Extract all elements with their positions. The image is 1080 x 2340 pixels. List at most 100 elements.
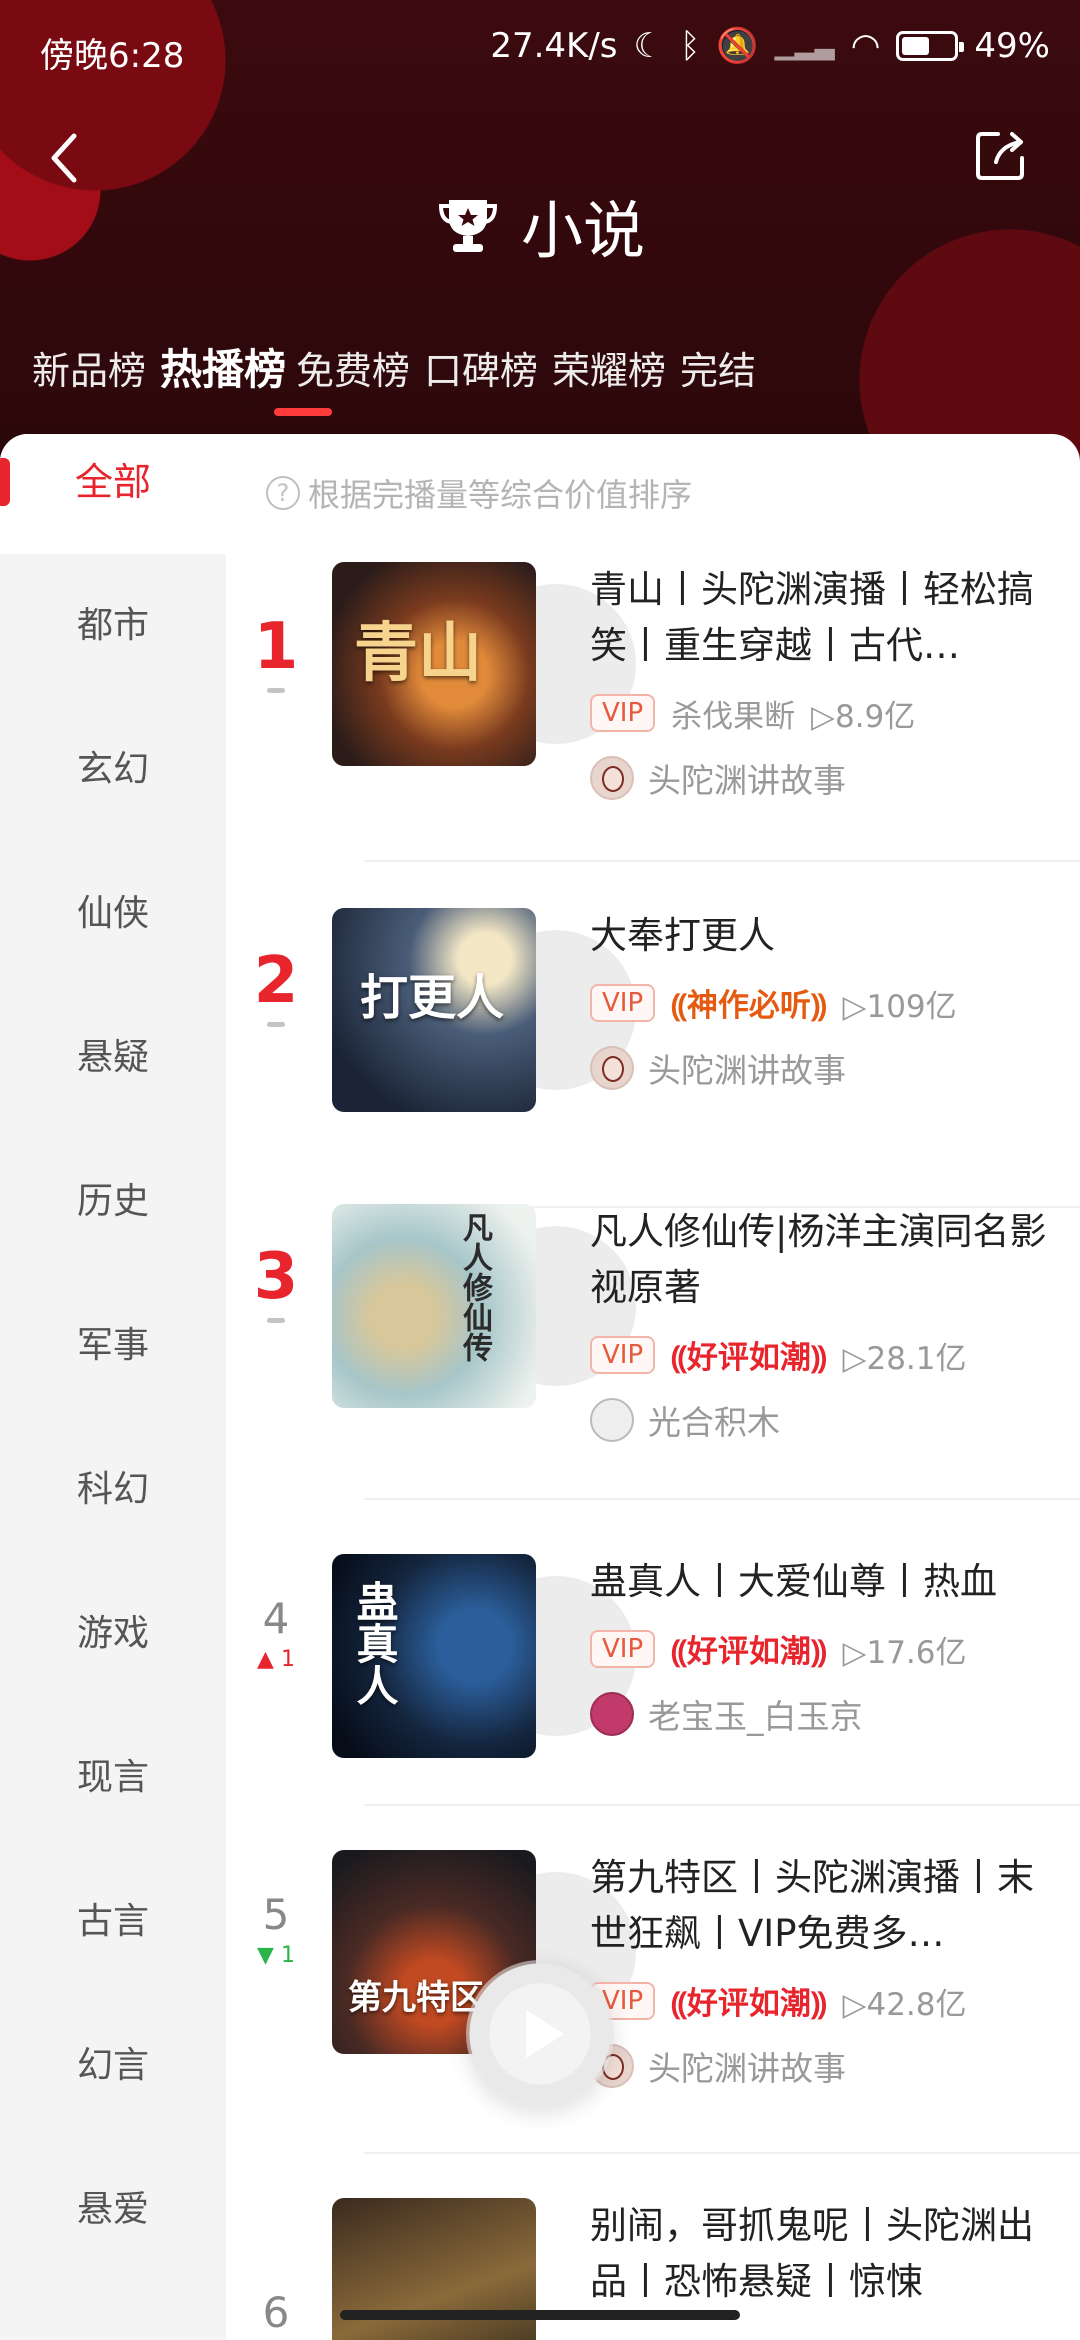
sidebar-item-scifi[interactable]: 科幻: [0, 1418, 226, 1562]
book-cover: 打更人: [332, 908, 536, 1112]
book-tag: ⸨神作必听⸩: [671, 988, 827, 1024]
play-count-value: 109亿: [866, 988, 957, 1025]
rank-change-value: 1: [280, 1647, 295, 1672]
rank-number: 3: [253, 1240, 299, 1314]
book-tag: ⸨好评如潮⸩: [671, 1634, 827, 1670]
list-item[interactable]: 1 青山 青山丨头陀渊演播丨轻松搞笑丨重生穿越丨古代… VIP 杀伐果断 ▷8.…: [226, 562, 1080, 862]
rank-change-value: 1: [280, 1943, 295, 1968]
divider: [364, 860, 1080, 862]
tab-finished[interactable]: 完结: [680, 340, 756, 395]
book-title: 青山丨头陀渊演播丨轻松搞笑丨重生穿越丨古代…: [590, 568, 1034, 667]
battery-percent: 49%: [974, 26, 1050, 66]
vip-badge: VIP: [590, 984, 656, 1022]
rank-badge: 5 ▼ 1: [226, 1890, 326, 1968]
cover-title: 第九特区: [348, 1978, 484, 2018]
tab-honor[interactable]: 荣耀榜: [552, 340, 666, 395]
play-count-value: 8.9亿: [834, 698, 916, 735]
bluetooth-icon: ᛒ: [680, 26, 701, 66]
author-name: 头陀渊讲故事: [648, 761, 846, 800]
book-info: 别闹，哥抓鬼呢丨头陀渊出品丨恐怖悬疑丨惊悚: [590, 2198, 1060, 2310]
vip-badge: VIP: [590, 1630, 656, 1668]
tab-free[interactable]: 免费榜: [296, 340, 410, 395]
question-icon[interactable]: ?: [266, 476, 300, 510]
author-name: 老宝玉_白玉京: [648, 1697, 863, 1736]
book-meta: VIP ⸨好评如潮⸩ ▷42.8亿: [590, 1978, 1060, 2024]
rank-unchanged-icon: [267, 688, 285, 693]
sidebar-item-modern-romance[interactable]: 现言: [0, 1706, 226, 1850]
sidebar-item-fantasy[interactable]: 玄幻: [0, 698, 226, 842]
sidebar-item-label: 全部: [74, 460, 151, 504]
rank-unchanged-icon: [267, 1022, 285, 1027]
play-count: ▷42.8亿: [842, 1986, 967, 2023]
divider: [364, 1804, 1080, 1806]
book-info: 第九特区丨头陀渊演播丨末世狂飙丨VIP免费多… VIP ⸨好评如潮⸩ ▷42.8…: [590, 1850, 1060, 2090]
sidebar-item-ancient-romance[interactable]: 古言: [0, 1850, 226, 1994]
sidebar-item-history[interactable]: 历史: [0, 1130, 226, 1274]
author: 老宝玉_白玉京: [590, 1690, 1060, 1738]
tab-new[interactable]: 新品榜: [32, 340, 146, 395]
book-meta: VIP ⸨神作必听⸩ ▷109亿: [590, 980, 1060, 1026]
sidebar-active-marker: [0, 458, 10, 506]
book-meta: VIP 杀伐果断 ▷8.9亿: [590, 690, 1060, 736]
book-tag-text: 神作必听: [686, 988, 811, 1024]
sidebar-item-military[interactable]: 军事: [0, 1274, 226, 1418]
rank-number: 1: [253, 610, 299, 684]
book-tag-text: 好评如潮: [686, 1634, 811, 1670]
list-item[interactable]: 5 ▼ 1 第九特区 第九特区丨头陀渊演播丨末世狂飙丨VIP免费多… VIP ⸨…: [226, 1850, 1080, 2150]
mute-icon: 🔕: [716, 26, 759, 66]
battery-icon: [896, 31, 965, 61]
vip-badge: VIP: [590, 1336, 656, 1374]
cover-title: 青山: [354, 617, 482, 691]
avatar: [590, 1692, 634, 1736]
book-info: 大奉打更人 VIP ⸨神作必听⸩ ▷109亿 头陀渊讲故事: [590, 908, 1060, 1092]
rank-up-indicator: ▲ 1: [257, 1647, 295, 1672]
share-icon[interactable]: [974, 128, 1028, 182]
play-count: ▷28.1亿: [842, 1340, 967, 1377]
avatar: [590, 756, 634, 800]
cover-title: 蛊真人: [350, 1580, 399, 1706]
wifi-icon: ◠: [850, 26, 881, 66]
list-item[interactable]: 3 凡人修仙传 凡人修仙传|杨洋主演同名影视原著 VIP ⸨好评如潮⸩ ▷28.…: [226, 1204, 1080, 1504]
book-cover: 蛊真人: [332, 1554, 536, 1758]
book-info: 凡人修仙传|杨洋主演同名影视原著 VIP ⸨好评如潮⸩ ▷28.1亿 光合积木: [590, 1204, 1060, 1444]
sidebar-item-suspense-romance[interactable]: 悬爱: [0, 2138, 226, 2282]
list-item[interactable]: 4 ▲ 1 蛊真人 蛊真人丨大爱仙尊丨热血 VIP ⸨好评如潮⸩ ▷17.6亿 …: [226, 1554, 1080, 1834]
hint-text: 根据完播量等综合价值排序: [308, 476, 693, 514]
author: 头陀渊讲故事: [590, 2042, 1060, 2090]
rank-badge: 3: [226, 1240, 326, 1323]
book-tag-text: 好评如潮: [686, 1986, 811, 2022]
tab-reputation[interactable]: 口碑榜: [424, 340, 538, 395]
signal-icon: ▁▂▃: [774, 31, 835, 61]
book-cover: 青山: [332, 562, 536, 766]
play-count-value: 28.1亿: [866, 1340, 967, 1377]
sidebar-item-game[interactable]: 游戏: [0, 1562, 226, 1706]
sidebar-item-fantasy-romance[interactable]: 幻言: [0, 1994, 226, 2138]
book-tag-text: 好评如潮: [686, 1340, 811, 1376]
author-name: 光合积木: [648, 1403, 780, 1442]
book-tag: ⸨好评如潮⸩: [671, 1340, 827, 1376]
back-icon[interactable]: [44, 128, 84, 188]
book-title: 第九特区丨头陀渊演播丨末世狂飙丨VIP免费多…: [590, 1856, 1034, 1955]
vip-badge: VIP: [590, 694, 656, 732]
author-name: 头陀渊讲故事: [648, 1051, 846, 1090]
home-indicator[interactable]: [340, 2310, 740, 2320]
book-meta: VIP ⸨好评如潮⸩ ▷28.1亿: [590, 1332, 1060, 1378]
rank-number: 6: [262, 2288, 290, 2337]
book-title: 蛊真人丨大爱仙尊丨热血: [590, 1560, 997, 1603]
play-count-value: 17.6亿: [866, 1634, 967, 1671]
sidebar-item-urban[interactable]: 都市: [0, 554, 226, 698]
avatar: [590, 1046, 634, 1090]
sidebar-item-all[interactable]: 全部: [0, 434, 226, 554]
rank-badge: 2: [226, 944, 326, 1027]
list-item[interactable]: 2 打更人 大奉打更人 VIP ⸨神作必听⸩ ▷109亿 头陀渊讲故事: [226, 908, 1080, 1188]
tab-active-indicator: [274, 408, 332, 416]
tab-hot[interactable]: 热播榜: [160, 336, 286, 397]
rank-badge: 1: [226, 610, 326, 693]
divider: [364, 2152, 1080, 2154]
sidebar-item-xianxia[interactable]: 仙侠: [0, 842, 226, 986]
mini-player-button[interactable]: [466, 1960, 614, 2108]
book-title: 大奉打更人: [590, 914, 775, 957]
status-icons: 27.4K/s ☾ ᛒ 🔕 ▁▂▃ ◠ 49%: [490, 26, 1050, 66]
sidebar-item-suspense[interactable]: 悬疑: [0, 986, 226, 1130]
moon-icon: ☾: [633, 26, 664, 66]
